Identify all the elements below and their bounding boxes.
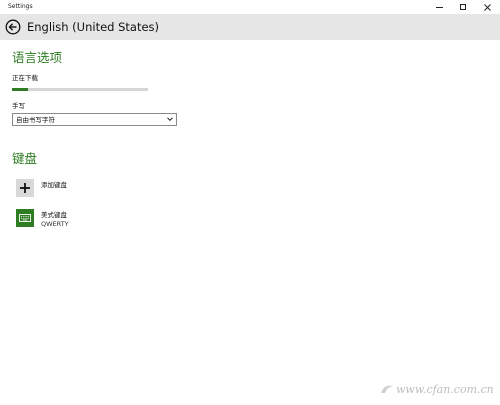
minimize-icon [435,6,443,8]
add-keyboard-button[interactable]: 添加键盘 [16,179,216,201]
download-status-label: 正在下载 [12,74,38,82]
language-options-heading: 语言选项 [12,50,63,65]
keyboard-heading: 键盘 [12,151,38,166]
close-icon [483,3,491,11]
maximize-icon [460,4,466,10]
watermark: www.cfan.com.cn [378,381,496,399]
back-button[interactable] [5,19,21,35]
keyboard-name: 美式键盘 [41,211,67,219]
add-keyboard-tile [16,179,34,197]
keyboard-tile [16,209,34,227]
chevron-down-icon [167,117,173,122]
download-progress-fill [12,88,29,91]
settings-window: Settings English (United States) 语言选项 正在… [0,0,500,405]
handwriting-label: 手写 [12,102,25,110]
minimize-button[interactable] [428,0,450,14]
plus-icon [20,183,30,193]
handwriting-select[interactable]: 自由书写字符 [12,113,177,126]
download-progress-bar [12,88,148,91]
page-header: English (United States) [0,14,500,40]
watermark-logo [381,385,393,393]
maximize-button[interactable] [452,0,474,14]
watermark-text: www.cfan.com.cn [396,383,494,396]
keyboard-item-us[interactable]: 美式键盘 QWERTY [16,209,216,231]
keyboard-layout: QWERTY [41,220,69,228]
add-keyboard-label: 添加键盘 [41,181,67,189]
close-button[interactable] [476,0,498,14]
handwriting-select-value: 自由书写字符 [16,115,55,124]
back-arrow-icon [5,19,21,35]
page-title: English (United States) [27,20,160,34]
title-bar: Settings [0,0,500,14]
keyboard-icon [19,214,31,222]
window-title: Settings [8,3,33,10]
